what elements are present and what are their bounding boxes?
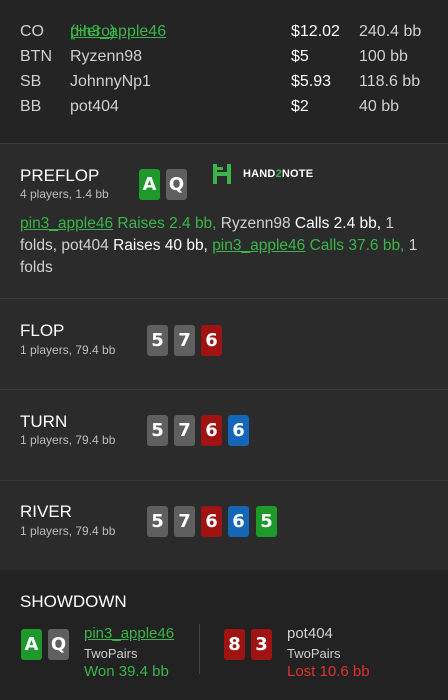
showdown-hero-name-link[interactable]: pin3_apple46: [84, 625, 174, 642]
showdown-divider: [199, 624, 200, 674]
board-card: 6: [201, 415, 222, 446]
board-card: 6: [228, 506, 249, 537]
street-subtitle-preflop: 4 players, 1.4 bb: [20, 187, 109, 201]
action-player: pot404: [61, 237, 109, 254]
hand2note-logo: HAND2NOTE: [213, 163, 323, 187]
divider: [0, 389, 448, 390]
action-player: Ryzenn98: [220, 215, 291, 232]
board-card: 5: [147, 325, 168, 356]
showdown-hero-hand: TwoPairs: [84, 646, 138, 661]
board-card: 7: [174, 325, 195, 356]
position-label: CO: [20, 23, 44, 40]
logo-text-a: HAND: [243, 168, 276, 180]
position-label: BB: [20, 98, 42, 115]
action-player-link[interactable]: pin3_apple46: [20, 215, 113, 232]
player-stack-bb: 40 bb: [359, 98, 400, 115]
board-card: 6: [201, 506, 222, 537]
board-card: 5: [147, 415, 168, 446]
showdown-villain-name: pot404: [287, 625, 333, 642]
action-text: Calls 2.4 bb,: [290, 215, 386, 232]
street-title-flop: FLOP: [20, 321, 65, 340]
showdown-villain-result: Lost 10.6 bb: [287, 663, 370, 680]
player-stack: $5.93: [291, 73, 332, 90]
street-title-turn: TURN: [20, 412, 68, 431]
street-subtitle-river: 1 players, 79.4 bb: [20, 524, 116, 538]
player-stack-bb: 118.6 bb: [359, 73, 421, 90]
divider: [0, 480, 448, 481]
street-title-preflop: PREFLOP: [20, 166, 100, 185]
action-text: Raises 40 bb,: [108, 237, 213, 254]
preflop-actions: pin3_apple46 Raises 2.4 bb, Ryzenn98 Cal…: [20, 213, 430, 279]
player-name: JohnnyNp1: [70, 73, 151, 90]
board-card: 7: [174, 506, 195, 537]
player-stack-bb: 240.4 bb: [359, 23, 422, 40]
action-player-link[interactable]: pin3_apple46: [212, 237, 305, 254]
player-stack: $12.02: [291, 23, 340, 40]
street-subtitle-flop: 1 players, 79.4 bb: [20, 343, 116, 357]
board-card: 5: [256, 506, 277, 537]
showdown-hero-card-1: A: [21, 629, 42, 660]
street-subtitle-turn: 1 players, 79.4 bb: [20, 433, 116, 447]
position-label: BTN: [20, 48, 52, 65]
hero-tag: (Hero): [70, 23, 116, 40]
street-title-river: RIVER: [20, 502, 72, 521]
action-text: Calls 37.6 bb,: [305, 237, 409, 254]
player-row-btn: BTN Ryzenn98 $5 100 bb: [0, 48, 448, 72]
action-text: Raises 2.4 bb,: [113, 215, 221, 232]
player-stack: $5: [291, 48, 309, 65]
board-card: 6: [201, 325, 222, 356]
hero-card-2: Q: [166, 169, 187, 200]
board-card: 5: [147, 506, 168, 537]
hero-card-1: A: [139, 169, 160, 200]
showdown-hero-result: Won 39.4 bb: [84, 663, 169, 680]
board-card: 6: [228, 415, 249, 446]
player-stack-bb: 100 bb: [359, 48, 408, 65]
position-label: SB: [20, 73, 42, 90]
player-name: Ryzenn98: [70, 48, 143, 65]
showdown-villain-card-2: 3: [251, 629, 272, 660]
showdown-title: SHOWDOWN: [20, 592, 127, 611]
showdown-hero-card-2: Q: [48, 629, 69, 660]
logo-text-c: NOTE: [281, 168, 314, 180]
player-stack: $2: [291, 98, 309, 115]
showdown-villain-card-1: 8: [224, 629, 245, 660]
logo-wordmark: HAND2NOTE: [243, 168, 313, 180]
board-card: 7: [174, 415, 195, 446]
divider: [0, 298, 448, 299]
player-row-bb: BB pot404 $2 40 bb: [0, 98, 448, 122]
player-row-co: CO pin3_apple46 (Hero) $12.02 240.4 bb: [0, 23, 448, 47]
player-row-sb: SB JohnnyNp1 $5.93 118.6 bb: [0, 73, 448, 97]
player-name: pot404: [70, 98, 119, 115]
players-panel: CO pin3_apple46 (Hero) $12.02 240.4 bb B…: [0, 0, 448, 143]
showdown-villain-hand: TwoPairs: [287, 646, 341, 661]
